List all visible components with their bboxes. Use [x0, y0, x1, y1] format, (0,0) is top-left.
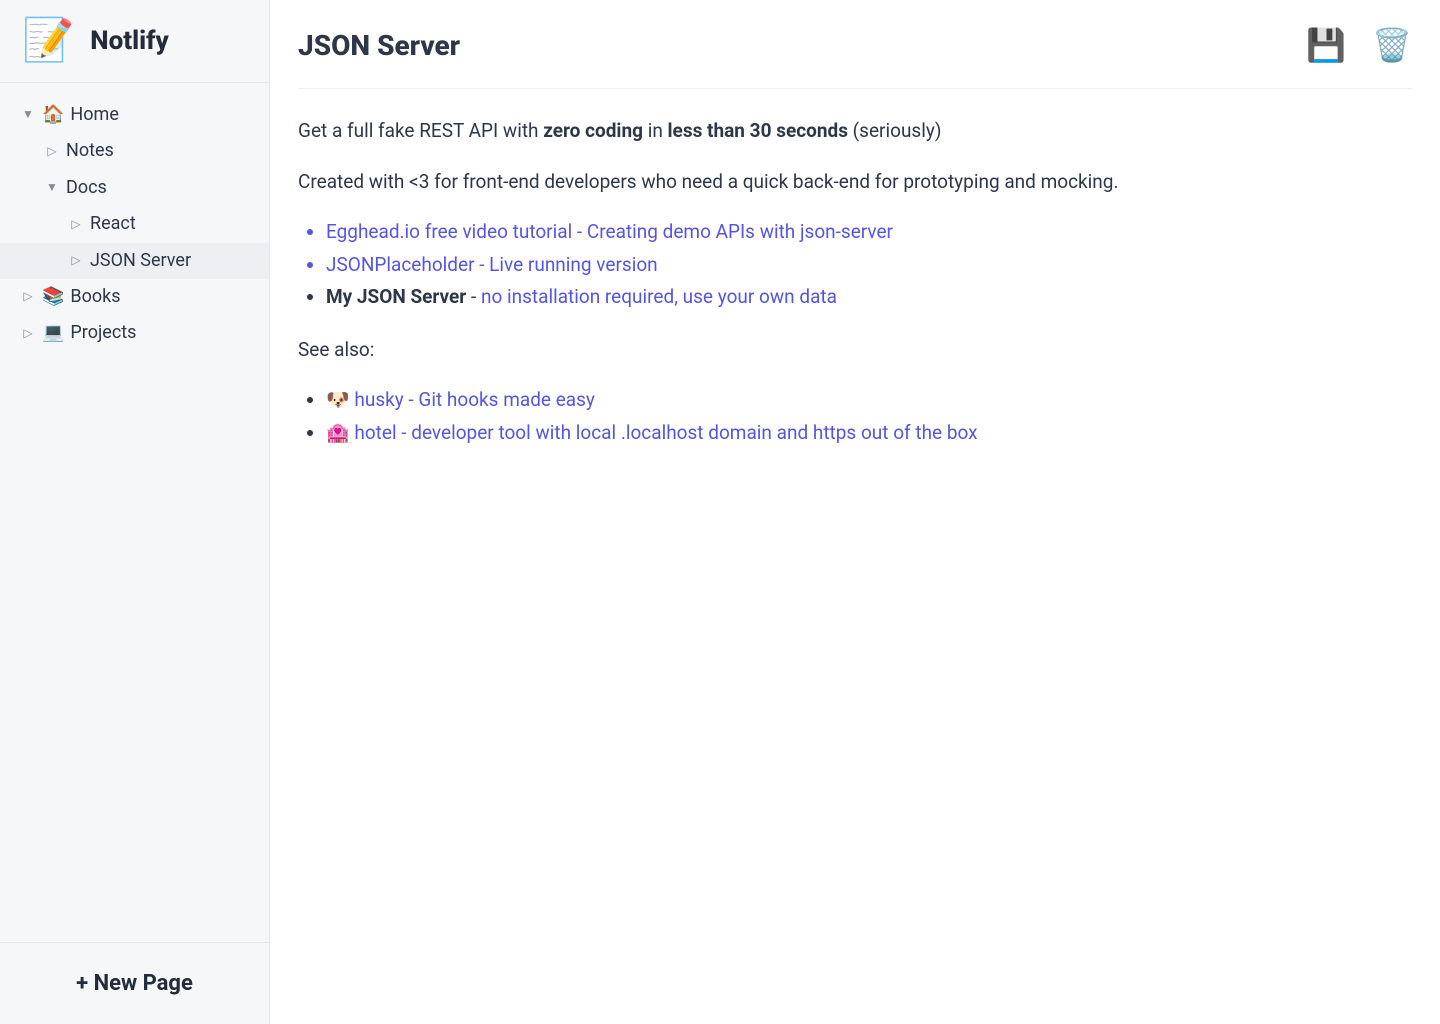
- content-link[interactable]: hotel - developer tool with local .local…: [354, 421, 977, 444]
- tree-item-home[interactable]: ▼ 🏠Home: [0, 97, 269, 133]
- trash-icon[interactable]: 🗑️: [1372, 26, 1412, 64]
- page-tree: ▼🏠Home▷Notes▼Docs▷React▷JSON Server▷📚Boo…: [0, 83, 269, 942]
- notepad-icon: 📝: [22, 20, 74, 62]
- header-actions: 💾 🗑️: [1306, 26, 1412, 64]
- created-with-paragraph: Created with <3 for front-end developers…: [298, 168, 1278, 197]
- new-page-button[interactable]: + New Page: [0, 942, 269, 1024]
- list-item: My JSON Server - no installation require…: [326, 283, 1278, 312]
- chevron-right-icon[interactable]: ▷: [20, 323, 36, 345]
- tree-item-label: Books: [70, 281, 120, 313]
- main: JSON Server 💾 🗑️ Get a full fake REST AP…: [270, 0, 1440, 1024]
- content-link[interactable]: Egghead.io free video tutorial - Creatin…: [326, 220, 893, 243]
- list-item: 🐶 husky - Git hooks made easy: [326, 386, 1278, 415]
- tree-item-label: JSON Server: [90, 245, 191, 277]
- tree-item-docs[interactable]: ▼ Docs: [0, 170, 269, 206]
- links-list-1: Egghead.io free video tutorial - Creatin…: [326, 218, 1278, 312]
- projects-emoji-icon: 💻: [42, 317, 64, 349]
- page-content: Get a full fake REST API with zero codin…: [298, 89, 1278, 471]
- content-link[interactable]: JSONPlaceholder - Live running version: [326, 253, 658, 276]
- page-title: JSON Server: [298, 29, 460, 62]
- list-item: Egghead.io free video tutorial - Creatin…: [326, 218, 1278, 247]
- brand-name: Notlify: [90, 26, 169, 56]
- emoji-icon: 🐶: [326, 388, 354, 411]
- page-header: JSON Server 💾 🗑️: [298, 26, 1412, 89]
- tree-item-projects[interactable]: ▷ 💻Projects: [0, 315, 269, 351]
- tree-item-label: Docs: [66, 172, 107, 204]
- chevron-right-icon[interactable]: ▷: [20, 286, 36, 308]
- links-list-2: 🐶 husky - Git hooks made easy🏩 hotel - d…: [326, 386, 1278, 447]
- brand[interactable]: 📝 Notlify: [0, 0, 269, 83]
- content-link[interactable]: husky - Git hooks made easy: [354, 388, 595, 411]
- content-link[interactable]: no installation required, use your own d…: [481, 285, 837, 308]
- sidebar: 📝 Notlify ▼ 🏠Home ▷ Notes ▼ Docs ▷ React ▷ JSON S…: [0, 0, 270, 1024]
- see-also-label: See also:: [298, 336, 1278, 365]
- tree-item-react[interactable]: ▷ React: [0, 206, 269, 242]
- chevron-down-icon[interactable]: ▼: [20, 104, 36, 126]
- tree-item-label: React: [90, 208, 136, 240]
- tree-item-books[interactable]: ▷ 📚Books: [0, 279, 269, 315]
- chevron-right-icon[interactable]: ▷: [68, 214, 84, 236]
- tree-item-notes[interactable]: ▷ Notes: [0, 133, 269, 169]
- list-item: JSONPlaceholder - Live running version: [326, 251, 1278, 280]
- chevron-right-icon[interactable]: ▷: [68, 250, 84, 272]
- list-item: 🏩 hotel - developer tool with local .loc…: [326, 419, 1278, 448]
- intro-paragraph: Get a full fake REST API with zero codin…: [298, 117, 1278, 146]
- chevron-right-icon[interactable]: ▷: [44, 141, 60, 163]
- tree-item-label: Home: [70, 99, 118, 131]
- books-emoji-icon: 📚: [42, 281, 64, 313]
- tree-item-label: Notes: [66, 135, 114, 167]
- tree-item-label: Projects: [70, 317, 136, 349]
- emoji-icon: 🏩: [326, 421, 354, 444]
- home-emoji-icon: 🏠: [42, 99, 64, 131]
- tree-item-json-server[interactable]: ▷ JSON Server: [0, 243, 269, 279]
- chevron-down-icon[interactable]: ▼: [44, 177, 60, 199]
- save-icon[interactable]: 💾: [1306, 26, 1346, 64]
